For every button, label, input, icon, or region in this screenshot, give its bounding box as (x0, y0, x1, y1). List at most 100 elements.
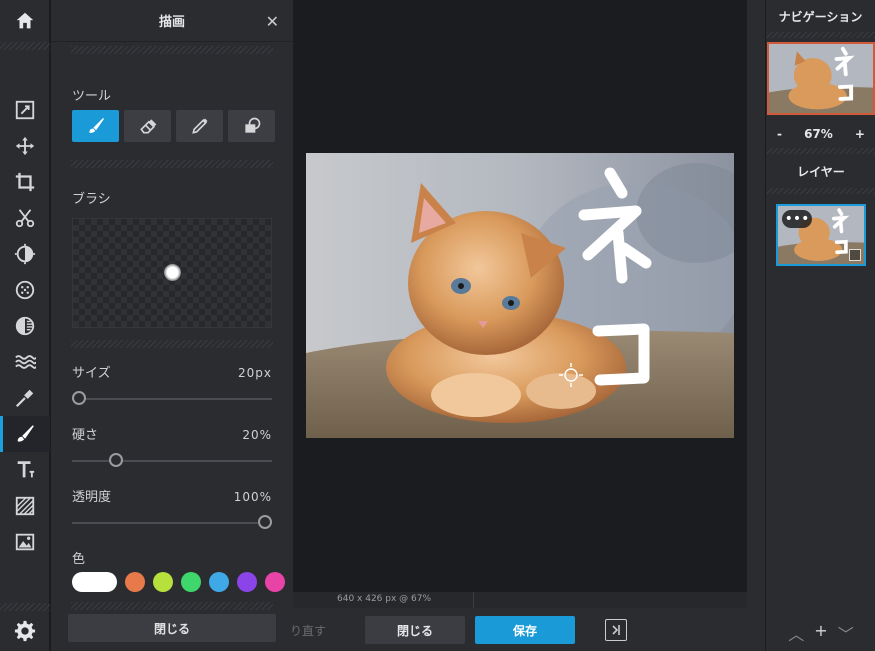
panel-title: 描画 (158, 15, 185, 30)
hardness-track[interactable] (72, 453, 272, 467)
pen-tool-button[interactable] (176, 110, 223, 142)
color-swatch[interactable] (125, 572, 145, 592)
layer-menu-button[interactable]: ••• (782, 210, 812, 228)
home-button[interactable] (0, 0, 50, 42)
draw-tools (72, 110, 275, 142)
redo-button[interactable]: り直す (283, 616, 333, 644)
layer-up-button[interactable]: ︿ (788, 621, 804, 645)
panel-close-button[interactable]: 閉じる (68, 614, 276, 642)
tool-text[interactable] (0, 452, 50, 488)
panel-divider (71, 602, 273, 610)
tool-move[interactable] (0, 128, 50, 164)
right-panel: ナビゲーション - 67% + レイヤー ••• ︿ + ﹀ (765, 0, 875, 651)
panel-divider (71, 160, 273, 168)
toggle-panel-button[interactable] (605, 619, 627, 641)
close-icon[interactable]: ✕ (266, 12, 279, 31)
color-swatch[interactable] (265, 572, 285, 592)
layer-item[interactable]: ••• (776, 204, 866, 266)
pattern-icon (15, 496, 35, 516)
layers-title: レイヤー (797, 164, 845, 179)
tool-cut[interactable] (0, 200, 50, 236)
hardness-value: 20% (242, 428, 272, 442)
brush-icon (17, 425, 34, 442)
photo-editor: 描画 ✕ ツール ブラシ サイズ 20px 硬さ 20% 透明度 100% 色 … (0, 0, 875, 651)
slider-knob[interactable] (72, 391, 86, 405)
slider-line (72, 398, 272, 400)
zoom-in-button[interactable]: + (855, 127, 865, 141)
layer-down-button[interactable]: ﹀ (838, 621, 854, 645)
tool-effect[interactable] (0, 308, 50, 344)
zoom-controls: - 67% + (766, 122, 875, 146)
color-label: 色 (72, 552, 86, 567)
rail-divider (0, 603, 50, 611)
panel-divider (766, 32, 875, 38)
color-swatch[interactable] (72, 572, 117, 592)
slider-line (72, 522, 272, 524)
slider-knob[interactable] (109, 453, 124, 467)
panel-divider (766, 188, 875, 194)
tool-edit[interactable] (0, 92, 50, 128)
size-label: サイズ (72, 366, 111, 381)
navigation-thumbnail[interactable] (767, 42, 875, 115)
image-icon (15, 533, 35, 551)
panel-divider (71, 340, 273, 348)
eraser-tool-button[interactable] (124, 110, 171, 142)
canvas-image[interactable] (306, 153, 734, 438)
zoom-out-button[interactable]: - (777, 127, 782, 141)
size-slider: サイズ 20px (72, 362, 272, 405)
save-button[interactable]: 保存 (475, 616, 575, 644)
color-swatch[interactable] (209, 572, 229, 592)
panel-divider (71, 46, 273, 54)
text-icon (17, 461, 35, 478)
cat-photo (306, 153, 734, 438)
tool-pattern[interactable] (0, 488, 50, 524)
wave-icon (15, 355, 36, 369)
color-swatch[interactable] (153, 572, 173, 592)
close-button[interactable]: 閉じる (365, 616, 465, 644)
brush-tool-button[interactable] (72, 110, 119, 142)
brush-preview (72, 218, 272, 328)
filter-icon (15, 280, 35, 300)
tool-draw[interactable] (0, 416, 50, 452)
edit-icon (15, 100, 35, 120)
tool-filter[interactable] (0, 272, 50, 308)
vertical-scrollbar[interactable] (747, 0, 765, 608)
hardness-label: 硬さ (72, 428, 99, 443)
shape-tool-button[interactable] (228, 110, 275, 142)
hardness-slider: 硬さ 20% (72, 424, 272, 467)
opacity-slider: 透明度 100% (72, 486, 272, 529)
brush-icon (88, 118, 104, 133)
tool-crop[interactable] (0, 164, 50, 200)
tool-image[interactable] (0, 524, 50, 560)
layer-visibility-checkbox[interactable] (849, 249, 861, 261)
nav-thumbnail-image (769, 44, 873, 113)
slider-knob[interactable] (258, 515, 272, 529)
layer-add-button[interactable]: + (814, 621, 827, 645)
gear-icon (14, 620, 36, 642)
panel-toggle-icon (612, 625, 620, 635)
color-swatch[interactable] (237, 572, 257, 592)
pen-icon (191, 118, 207, 134)
tool-picker[interactable] (0, 380, 50, 416)
opacity-track[interactable] (72, 515, 272, 529)
layer-controls: ︿ + ﹀ (766, 621, 875, 645)
crop-icon (15, 172, 35, 192)
rail-divider (0, 42, 50, 50)
tool-adjust[interactable] (0, 236, 50, 272)
horizontal-scrollbar[interactable]: 640 x 426 px @ 67% (293, 592, 747, 608)
draw-panel: 描画 ✕ ツール ブラシ サイズ 20px 硬さ 20% 透明度 100% 色 … (51, 0, 293, 651)
size-track[interactable] (72, 391, 272, 405)
tool-wave[interactable] (0, 344, 50, 380)
settings-button[interactable] (0, 611, 50, 651)
color-swatches (72, 572, 285, 592)
scissors-icon (15, 209, 35, 228)
scrollbar-divider (473, 592, 474, 608)
tools-label: ツール (72, 89, 112, 104)
color-swatch[interactable] (181, 572, 201, 592)
brush-dot (164, 264, 181, 281)
navigation-title: ナビゲーション (778, 9, 863, 24)
zoom-level: 67% (804, 127, 833, 141)
opacity-value: 100% (233, 490, 272, 504)
brush-label: ブラシ (72, 192, 111, 207)
home-icon (16, 12, 34, 29)
